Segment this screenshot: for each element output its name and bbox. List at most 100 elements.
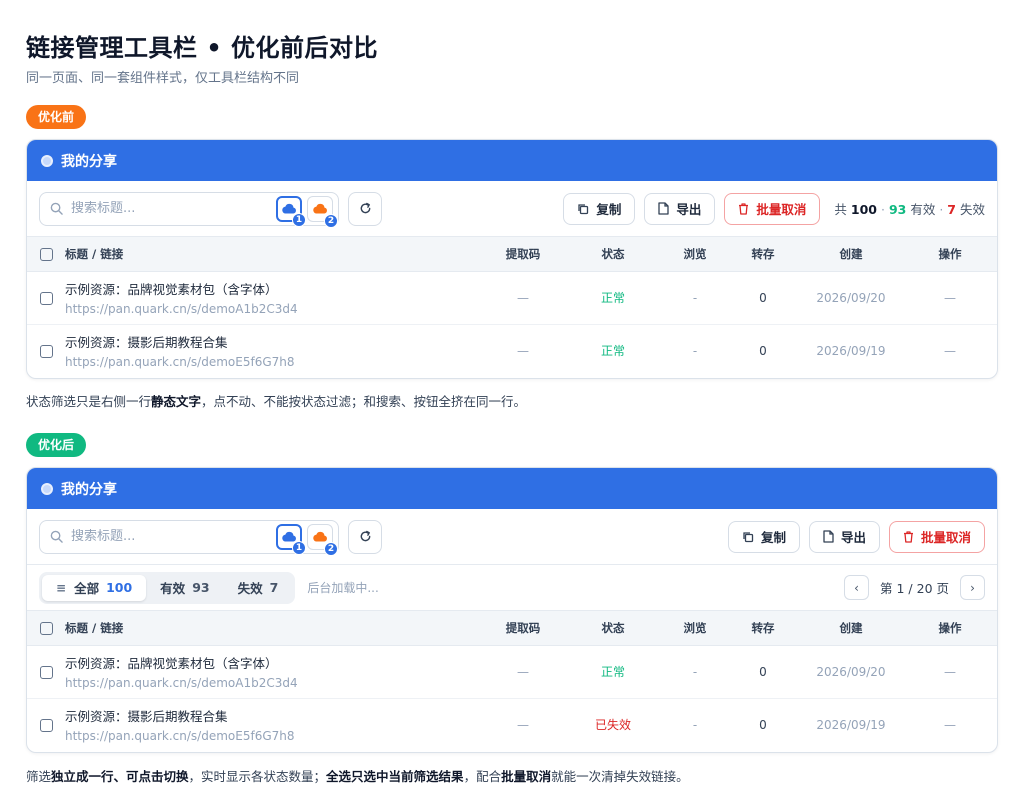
after-note: 筛选独立成一行、可点击切换，实时显示各状态数量；全选只选中当前筛选结果，配合批量…	[26, 769, 689, 784]
row-link[interactable]: https://pan.quark.cn/s/demoA1b2C3d4	[65, 676, 485, 690]
row-views: -	[692, 717, 698, 732]
row-saves: 0	[759, 717, 767, 732]
search-group: 1 2	[39, 519, 339, 556]
loading-text: 后台加载中...	[307, 581, 379, 595]
row-checkbox[interactable]	[39, 665, 53, 679]
trash-icon	[903, 530, 913, 543]
refresh-button[interactable]	[348, 519, 382, 554]
table-row: 示例资源：品牌视觉素材包（含字体） https://pan.quark.cn/s/…	[27, 271, 997, 324]
prev-page-button[interactable]: ‹	[844, 575, 870, 600]
copy-button[interactable]: 复制	[727, 520, 800, 553]
row-action: —	[944, 717, 956, 732]
table-row: 示例资源：摄影后期教程合集 https://pan.quark.cn/s/demo…	[27, 698, 997, 751]
row-created: 2026/09/20	[816, 664, 886, 679]
refresh-button[interactable]	[348, 191, 382, 226]
copy-button[interactable]: 复制	[563, 192, 636, 225]
toolbar-right: 复制 导出 批量取消 共 100 · 93 有效 · 7 失效	[554, 192, 985, 225]
row-link[interactable]: https://pan.quark.cn/s/demoA1b2C3d4	[65, 302, 485, 316]
row-saves: 0	[759, 343, 767, 358]
orange-cloud-icon	[313, 531, 327, 542]
filter-all-count: 100	[106, 580, 133, 595]
table-header: 标题 / 链接 提取码 状态 浏览 转存 创建 操作	[27, 237, 997, 272]
row-saves: 0	[759, 290, 767, 305]
select-all-checkbox[interactable]	[39, 247, 53, 261]
before-card: 我的分享 1 2 复制 导出	[26, 139, 998, 379]
blue-cloud-icon	[282, 203, 296, 214]
next-page-button[interactable]: ›	[960, 575, 985, 600]
row-title: 示例资源：品牌视觉素材包（含字体）	[65, 656, 278, 671]
row-checkbox[interactable]	[39, 718, 53, 732]
filter-row: ≡ 全部 100 有效 93 失效 7 后台加载中... ‹ 第 1 / 20 …	[27, 565, 997, 611]
before-note: 状态筛选只是右侧一行静态文字，点不动、不能按状态过滤；和搜索、按钮全挤在同一行。	[26, 394, 527, 409]
filter-valid-count: 93	[192, 580, 210, 595]
total-count: 100	[850, 202, 877, 217]
refresh-icon	[360, 530, 370, 542]
orange-cloud-icon	[313, 203, 327, 214]
refresh-icon	[360, 202, 370, 214]
cloud-drive-1-button[interactable]: 1	[276, 523, 306, 555]
share-table: 标题 / 链接 提取码 状态 浏览 转存 创建 操作 示例资源：品牌视觉素材包（…	[27, 611, 997, 751]
row-link[interactable]: https://pan.quark.cn/s/demoE5f6G7h8	[65, 355, 485, 369]
card-title: 我的分享	[61, 481, 117, 498]
select-all-checkbox[interactable]	[39, 621, 53, 635]
row-views: -	[692, 664, 698, 679]
row-views: -	[692, 343, 698, 358]
status-filter: ≡ 全部 100 有效 93 失效 7	[39, 571, 296, 604]
table-row: 示例资源：品牌视觉素材包（含字体） https://pan.quark.cn/s/…	[27, 645, 997, 698]
header-dot-icon	[41, 482, 53, 495]
filter-all-tab[interactable]: ≡ 全部 100	[42, 574, 147, 601]
search-icon	[50, 202, 63, 215]
list-icon: ≡	[56, 580, 67, 595]
table-row: 示例资源：摄影后期教程合集 https://pan.quark.cn/s/demo…	[27, 324, 997, 377]
blue-cloud-icon	[282, 531, 296, 542]
cloud-drive-2-button[interactable]: 2	[307, 523, 338, 556]
col-code: 提取码	[485, 611, 561, 646]
row-action: —	[944, 664, 956, 679]
col-actions: 操作	[901, 237, 997, 272]
search-input[interactable]	[71, 529, 261, 544]
row-checkbox[interactable]	[39, 344, 53, 358]
col-created: 创建	[801, 237, 901, 272]
row-link[interactable]: https://pan.quark.cn/s/demoE5f6G7h8	[65, 729, 485, 743]
card-title: 我的分享	[61, 153, 117, 170]
copy-label: 复制	[760, 530, 786, 545]
filter-invalid-count: 7	[269, 580, 279, 595]
col-views: 浏览	[665, 611, 725, 646]
row-title: 示例资源：摄影后期教程合集	[65, 335, 228, 351]
col-views: 浏览	[665, 237, 725, 272]
export-button[interactable]: 导出	[644, 192, 716, 225]
valid-count: 93	[888, 202, 907, 217]
toolbar-right: 复制 导出 批量取消	[719, 520, 985, 553]
batch-cancel-button[interactable]: 批量取消	[888, 520, 985, 553]
col-saves: 转存	[725, 237, 801, 272]
after-card: 我的分享 1 2 复制 导出	[26, 467, 998, 753]
row-status: 正常	[600, 291, 625, 305]
row-action: —	[944, 343, 956, 358]
row-status: 正常	[600, 665, 625, 679]
cloud-1-badge: 1	[292, 540, 306, 555]
cloud-drive-1-button[interactable]: 1	[276, 195, 306, 227]
row-title: 示例资源：品牌视觉素材包（含字体）	[65, 282, 278, 297]
copy-icon	[578, 203, 589, 214]
export-button[interactable]: 导出	[808, 520, 880, 553]
cloud-drive-2-button[interactable]: 2	[307, 195, 338, 228]
filter-valid-tab[interactable]: 有效 93	[146, 575, 223, 601]
row-title: 示例资源：摄影后期教程合集	[65, 709, 228, 725]
row-code: —	[517, 664, 529, 679]
export-label: 导出	[676, 202, 702, 217]
search-icon	[50, 530, 63, 543]
export-label: 导出	[840, 530, 866, 545]
card-header: 我的分享	[27, 468, 997, 509]
page-indicator: 第 1 / 20 页	[880, 581, 949, 596]
search-input[interactable]	[71, 201, 261, 216]
file-icon	[823, 530, 834, 543]
before-pill: 优化前	[26, 105, 87, 129]
row-status: 已失效	[594, 718, 631, 733]
cloud-2-badge: 2	[324, 541, 338, 556]
col-status: 状态	[561, 237, 665, 272]
row-checkbox[interactable]	[39, 291, 53, 305]
filter-invalid-tab[interactable]: 失效 7	[224, 575, 293, 601]
batch-cancel-button[interactable]: 批量取消	[724, 192, 821, 225]
share-table: 标题 / 链接 提取码 状态 浏览 转存 创建 操作 示例资源：品牌视觉素材包（…	[27, 237, 997, 377]
file-icon	[658, 202, 670, 215]
